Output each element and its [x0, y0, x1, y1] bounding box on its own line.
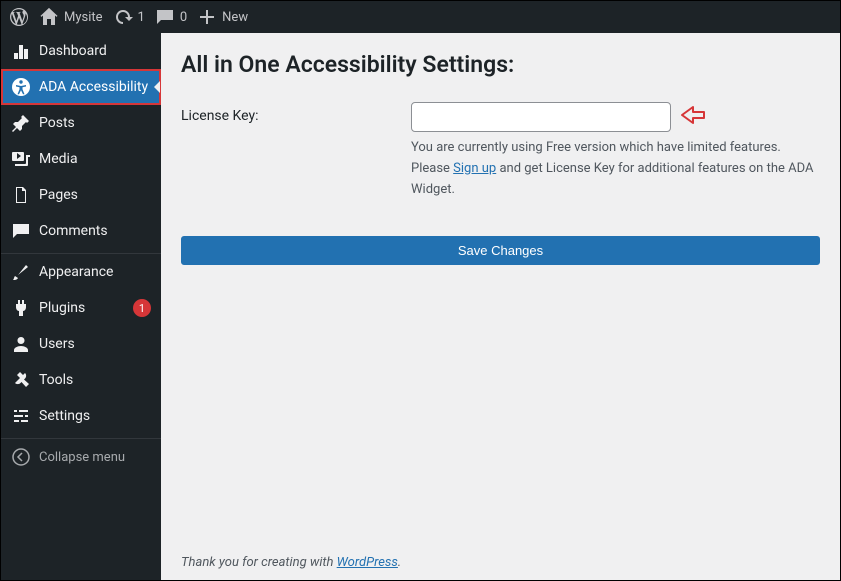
updates-link[interactable]: 1 [113, 7, 145, 27]
dashboard-icon [11, 41, 31, 61]
sidebar-item-ada-accessibility[interactable]: ADA Accessibility [1, 69, 161, 105]
comment-icon [155, 7, 175, 27]
comments-link[interactable]: 0 [155, 7, 187, 27]
sidebar-item-appearance[interactable]: Appearance [1, 254, 161, 290]
sidebar-item-pages[interactable]: Pages [1, 177, 161, 213]
site-link[interactable]: Mysite [39, 7, 103, 27]
sidebar-item-comments[interactable]: Comments [1, 213, 161, 249]
sidebar-item-media[interactable]: Media [1, 141, 161, 177]
sidebar-item-label: Comments [39, 223, 151, 239]
sidebar-item-label: Posts [39, 115, 151, 131]
license-key-row: License Key: [181, 102, 820, 132]
plus-icon [197, 7, 217, 27]
sidebar-item-label: Settings [39, 408, 151, 424]
license-key-input[interactable] [411, 102, 671, 132]
sidebar-item-label: Tools [39, 372, 151, 388]
new-label: New [222, 10, 248, 25]
sidebar-item-label: Plugins [39, 300, 125, 316]
admin-toolbar: Mysite 1 0 New [1, 1, 840, 33]
media-icon [11, 149, 31, 169]
helper-line-1: You are currently using Free version whi… [411, 138, 820, 159]
signup-link[interactable]: Sign up [453, 161, 496, 176]
wp-logo[interactable] [9, 7, 29, 27]
page-title: All in One Accessibility Settings: [181, 51, 820, 78]
collapse-menu[interactable]: Collapse menu [1, 439, 161, 475]
updates-count: 1 [138, 10, 145, 25]
sidebar-item-label: Users [39, 336, 151, 352]
update-icon [113, 7, 133, 27]
site-name: Mysite [64, 10, 103, 25]
wordpress-icon [9, 7, 29, 27]
comments-count: 0 [180, 10, 187, 25]
sidebar-item-label: Dashboard [39, 43, 151, 59]
pin-icon [11, 113, 31, 133]
footer-credit: Thank you for creating with WordPress. [181, 535, 820, 570]
tools-icon [11, 370, 31, 390]
brush-icon [11, 262, 31, 282]
main-content: All in One Accessibility Settings: Licen… [161, 33, 840, 580]
callout-arrow-icon [679, 104, 707, 130]
sidebar-item-label: Media [39, 151, 151, 167]
license-helper-text: You are currently using Free version whi… [411, 138, 820, 200]
sidebar-item-tools[interactable]: Tools [1, 362, 161, 398]
plugin-icon [11, 298, 31, 318]
new-content-link[interactable]: New [197, 7, 248, 27]
comments-icon [11, 221, 31, 241]
sidebar-item-users[interactable]: Users [1, 326, 161, 362]
sidebar-item-label: ADA Accessibility [39, 79, 151, 95]
sidebar-item-settings[interactable]: Settings [1, 398, 161, 434]
accessibility-icon [11, 77, 31, 97]
sidebar-item-plugins[interactable]: Plugins 1 [1, 290, 161, 326]
helper-line-2: Please Sign up and get License Key for a… [411, 159, 820, 201]
license-key-label: License Key: [181, 102, 411, 124]
settings-icon [11, 406, 31, 426]
collapse-icon [11, 447, 31, 467]
sidebar-item-dashboard[interactable]: Dashboard [1, 33, 161, 69]
wordpress-link[interactable]: WordPress [337, 555, 398, 570]
admin-sidebar: Dashboard ADA Accessibility Posts Media … [1, 33, 161, 580]
page-icon [11, 185, 31, 205]
users-icon [11, 334, 31, 354]
update-badge: 1 [133, 299, 151, 317]
collapse-label: Collapse menu [39, 450, 151, 465]
home-icon [39, 7, 59, 27]
save-changes-button[interactable]: Save Changes [181, 236, 820, 265]
sidebar-item-label: Pages [39, 187, 151, 203]
sidebar-item-posts[interactable]: Posts [1, 105, 161, 141]
sidebar-item-label: Appearance [39, 264, 151, 280]
